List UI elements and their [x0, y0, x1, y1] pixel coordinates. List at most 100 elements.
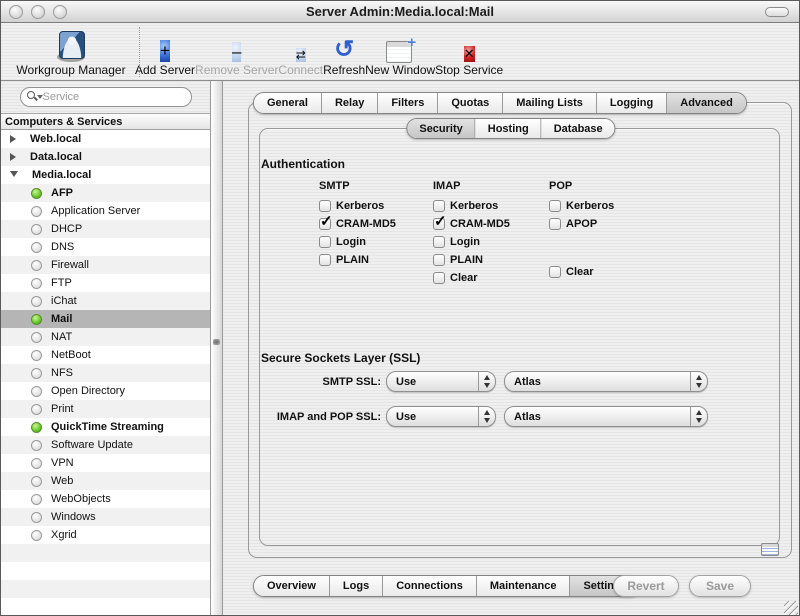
checkbox-row[interactable]: Kerberos: [549, 200, 614, 212]
checkbox-row[interactable]: Clear: [433, 272, 510, 284]
list-item[interactable]: Firewall: [1, 256, 210, 274]
list-item[interactable]: QuickTime Streaming: [1, 418, 210, 436]
list-item[interactable]: NetBoot: [1, 346, 210, 364]
list-item[interactable]: iChat: [1, 292, 210, 310]
status-dot-icon: [31, 512, 42, 523]
list-item-label: Web: [51, 475, 73, 487]
toolbar-button[interactable]: New Window: [365, 25, 435, 77]
tab[interactable]: Hosting: [476, 119, 542, 138]
list-item-label: WebObjects: [51, 493, 111, 505]
zoom-button[interactable]: [53, 5, 67, 19]
list-item[interactable]: Windows: [1, 508, 210, 526]
tab[interactable]: Advanced: [667, 93, 746, 113]
list-item[interactable]: NAT: [1, 328, 210, 346]
list-header: Computers & Services: [1, 113, 210, 130]
search-icon[interactable]: [27, 91, 43, 103]
list-item[interactable]: Open Directory: [1, 382, 210, 400]
checkbox-row[interactable]: APOP: [549, 218, 614, 230]
checkbox-row[interactable]: Login: [433, 236, 510, 248]
popup-button[interactable]: Use: [386, 371, 496, 392]
checkbox[interactable]: [433, 200, 445, 212]
tab[interactable]: Connections: [383, 576, 477, 596]
checkbox-row[interactable]: CRAM-MD5: [319, 218, 396, 230]
tab[interactable]: Database: [542, 119, 615, 138]
splitter[interactable]: [211, 81, 223, 616]
toolbar-button[interactable]: Add Server: [135, 25, 195, 77]
tab[interactable]: Quotas: [438, 93, 503, 113]
list-item[interactable]: Web.local: [1, 130, 210, 148]
checkbox[interactable]: [549, 266, 561, 278]
checkbox-row[interactable]: Clear: [549, 266, 614, 278]
tab[interactable]: Security: [407, 119, 475, 138]
checkbox[interactable]: [549, 218, 561, 230]
checkbox[interactable]: [433, 272, 445, 284]
checkbox[interactable]: [433, 218, 445, 230]
checkbox[interactable]: [319, 236, 331, 248]
list-item[interactable]: Xgrid: [1, 526, 210, 544]
list-item[interactable]: DNS: [1, 238, 210, 256]
popup-button[interactable]: Use: [386, 406, 496, 427]
list-item[interactable]: Application Server: [1, 202, 210, 220]
remove-server-icon: [232, 42, 241, 62]
checkbox-row[interactable]: PLAIN: [433, 254, 510, 266]
checkbox-label: Kerberos: [566, 200, 614, 212]
toolbar-button[interactable]: Stop Service: [435, 25, 503, 77]
checkbox[interactable]: [319, 200, 331, 212]
checkbox[interactable]: [319, 254, 331, 266]
tab[interactable]: Maintenance: [477, 576, 571, 596]
toolbar-button[interactable]: Workgroup Manager: [7, 25, 135, 77]
tab[interactable]: Relay: [322, 93, 378, 113]
list-item[interactable]: DHCP: [1, 220, 210, 238]
list-item[interactable]: FTP: [1, 274, 210, 292]
list-item[interactable]: Web: [1, 472, 210, 490]
ssl-row: SMTP SSL: Use Atlas: [241, 371, 708, 392]
checkbox[interactable]: [319, 218, 331, 230]
list-item[interactable]: WebObjects: [1, 490, 210, 508]
checkbox[interactable]: [549, 200, 561, 212]
tab[interactable]: Mailing Lists: [503, 93, 597, 113]
checkbox-row[interactable]: CRAM-MD5: [433, 218, 510, 230]
resize-grip[interactable]: [784, 601, 798, 615]
checkbox-label: Clear: [450, 272, 478, 284]
checkbox-row[interactable]: PLAIN: [319, 254, 396, 266]
splitter-dimple[interactable]: [213, 339, 220, 345]
search-field[interactable]: [20, 87, 192, 107]
checkbox[interactable]: [433, 254, 445, 266]
list-item[interactable]: Software Update: [1, 436, 210, 454]
toolbar-button[interactable]: Connect: [278, 25, 323, 77]
revert-button[interactable]: Revert: [613, 575, 679, 597]
list-item-label: NetBoot: [51, 349, 91, 361]
checkbox-row[interactable]: Kerberos: [433, 200, 510, 212]
tab[interactable]: Overview: [254, 576, 330, 596]
list-item[interactable]: Print: [1, 400, 210, 418]
checkbox-row[interactable]: Login: [319, 236, 396, 248]
search-input[interactable]: [43, 91, 185, 103]
tab[interactable]: Filters: [378, 93, 438, 113]
toolbar-toggle-button[interactable]: [765, 7, 789, 17]
list-item[interactable]: Mail: [1, 310, 210, 328]
checkbox[interactable]: [433, 236, 445, 248]
drawer-icon[interactable]: [761, 543, 779, 556]
disclosure-triangle-icon[interactable]: [10, 153, 16, 161]
list-item[interactable]: Data.local: [1, 148, 210, 166]
disclosure-triangle-icon[interactable]: [10, 171, 18, 181]
minimize-button[interactable]: [31, 5, 45, 19]
list-item-label: Data.local: [30, 151, 82, 163]
toolbar-button-label: Add Server: [135, 63, 195, 77]
toolbar-button[interactable]: Refresh: [323, 25, 365, 77]
tab[interactable]: Logging: [597, 93, 667, 113]
status-dot-icon: [31, 440, 42, 451]
save-button[interactable]: Save: [689, 575, 751, 597]
popup-button[interactable]: Atlas: [504, 406, 708, 427]
list-item[interactable]: Media.local: [1, 166, 210, 184]
list-item[interactable]: VPN: [1, 454, 210, 472]
disclosure-triangle-icon[interactable]: [10, 135, 16, 143]
popup-button[interactable]: Atlas: [504, 371, 708, 392]
tab[interactable]: Logs: [330, 576, 383, 596]
checkbox-row[interactable]: Kerberos: [319, 200, 396, 212]
list-item[interactable]: AFP: [1, 184, 210, 202]
close-button[interactable]: [9, 5, 23, 19]
tab[interactable]: General: [254, 93, 322, 113]
list-item[interactable]: NFS: [1, 364, 210, 382]
toolbar-button[interactable]: Remove Server: [195, 25, 278, 77]
